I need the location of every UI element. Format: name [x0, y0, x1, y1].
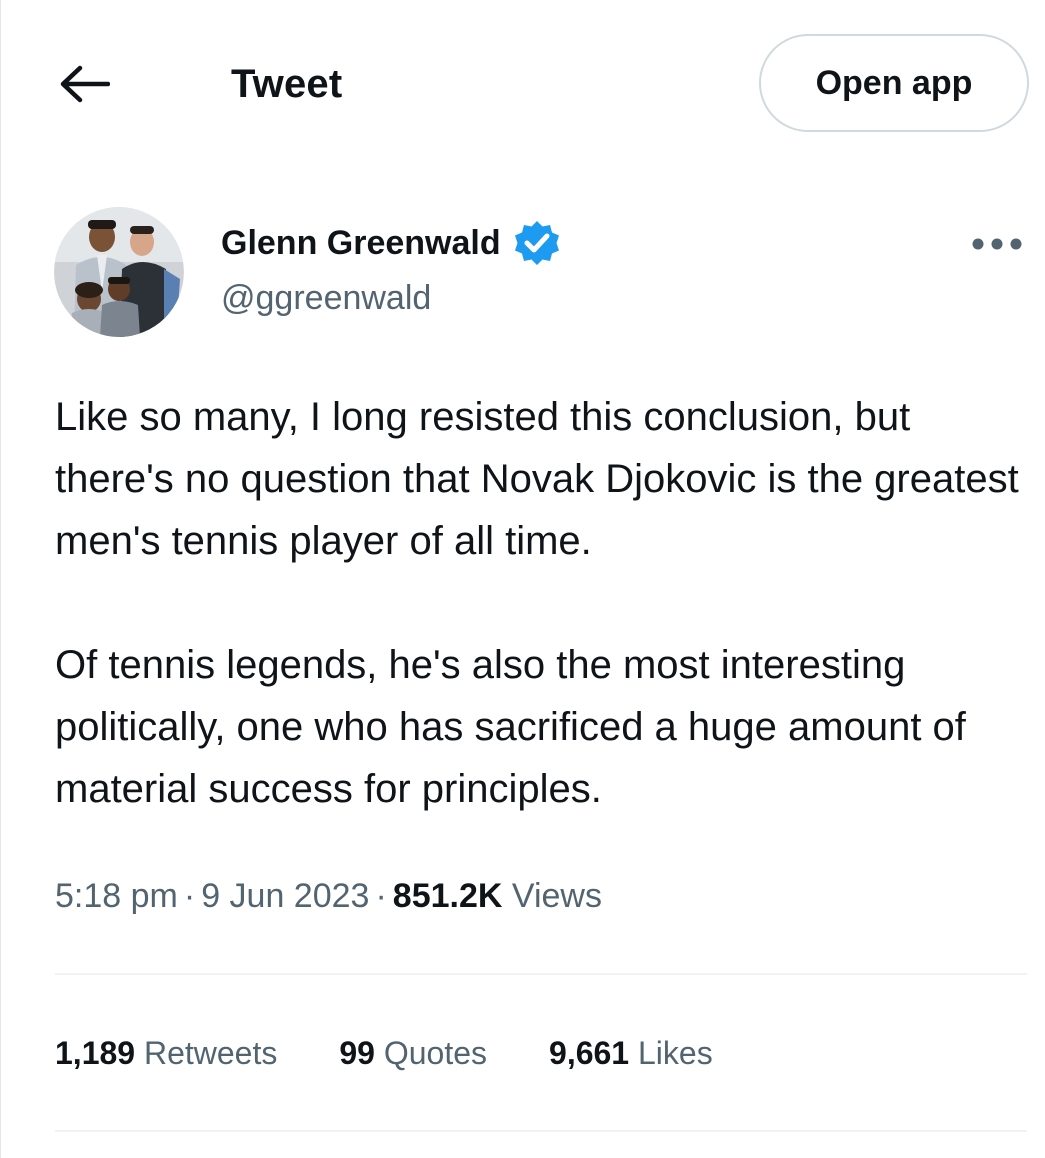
tweet-date[interactable]: 9 Jun 2023: [201, 877, 369, 915]
author-name[interactable]: Glenn Greenwald: [221, 221, 501, 265]
divider: [55, 973, 1027, 975]
avatar[interactable]: [54, 207, 184, 337]
verified-badge-icon: [511, 217, 563, 269]
tweet-meta: 5:18 pm · 9 Jun 2023 · 851.2K Views: [55, 872, 602, 920]
tweet-paragraph: Of tennis legends, he's also the most in…: [55, 643, 966, 811]
avatar-photo: [54, 207, 184, 337]
meta-separator: ·: [375, 877, 387, 915]
more-dots-icon: [972, 238, 1022, 250]
quotes-count: 99: [339, 1035, 375, 1071]
likes-count: 9,661: [549, 1035, 630, 1071]
views-label: Views: [511, 877, 602, 915]
retweets-count: 1,189: [55, 1035, 136, 1071]
likes-stat[interactable]: 9,661 Likes: [549, 1030, 713, 1076]
page-title: Tweet: [231, 62, 343, 106]
tweet-page: Tweet Open app Glenn Greenwald @ggreenwa…: [0, 0, 1045, 1158]
back-button[interactable]: [53, 58, 115, 110]
retweets-label: Retweets: [143, 1035, 278, 1071]
quotes-stat[interactable]: 99 Quotes: [339, 1030, 487, 1076]
quotes-label: Quotes: [383, 1035, 488, 1071]
tweet-text: Like so many, I long resisted this concl…: [55, 386, 1040, 820]
open-app-button[interactable]: Open app: [759, 34, 1029, 132]
more-options-button[interactable]: [967, 222, 1027, 266]
author-handle[interactable]: @ggreenwald: [221, 276, 431, 320]
top-bar: Tweet Open app: [1, 0, 1045, 170]
divider: [55, 1130, 1027, 1132]
engagement-stats: 1,189 Retweets 99 Quotes 9,661 Likes: [55, 1030, 775, 1076]
arrow-left-icon: [60, 65, 110, 103]
tweet-time[interactable]: 5:18 pm: [55, 877, 178, 915]
views-count: 851.2K: [392, 877, 503, 915]
retweets-stat[interactable]: 1,189 Retweets: [55, 1030, 277, 1076]
likes-label: Likes: [637, 1035, 713, 1071]
meta-separator: ·: [183, 877, 196, 915]
author-row: Glenn Greenwald: [221, 218, 563, 268]
tweet-paragraph: Like so many, I long resisted this concl…: [55, 395, 1019, 563]
